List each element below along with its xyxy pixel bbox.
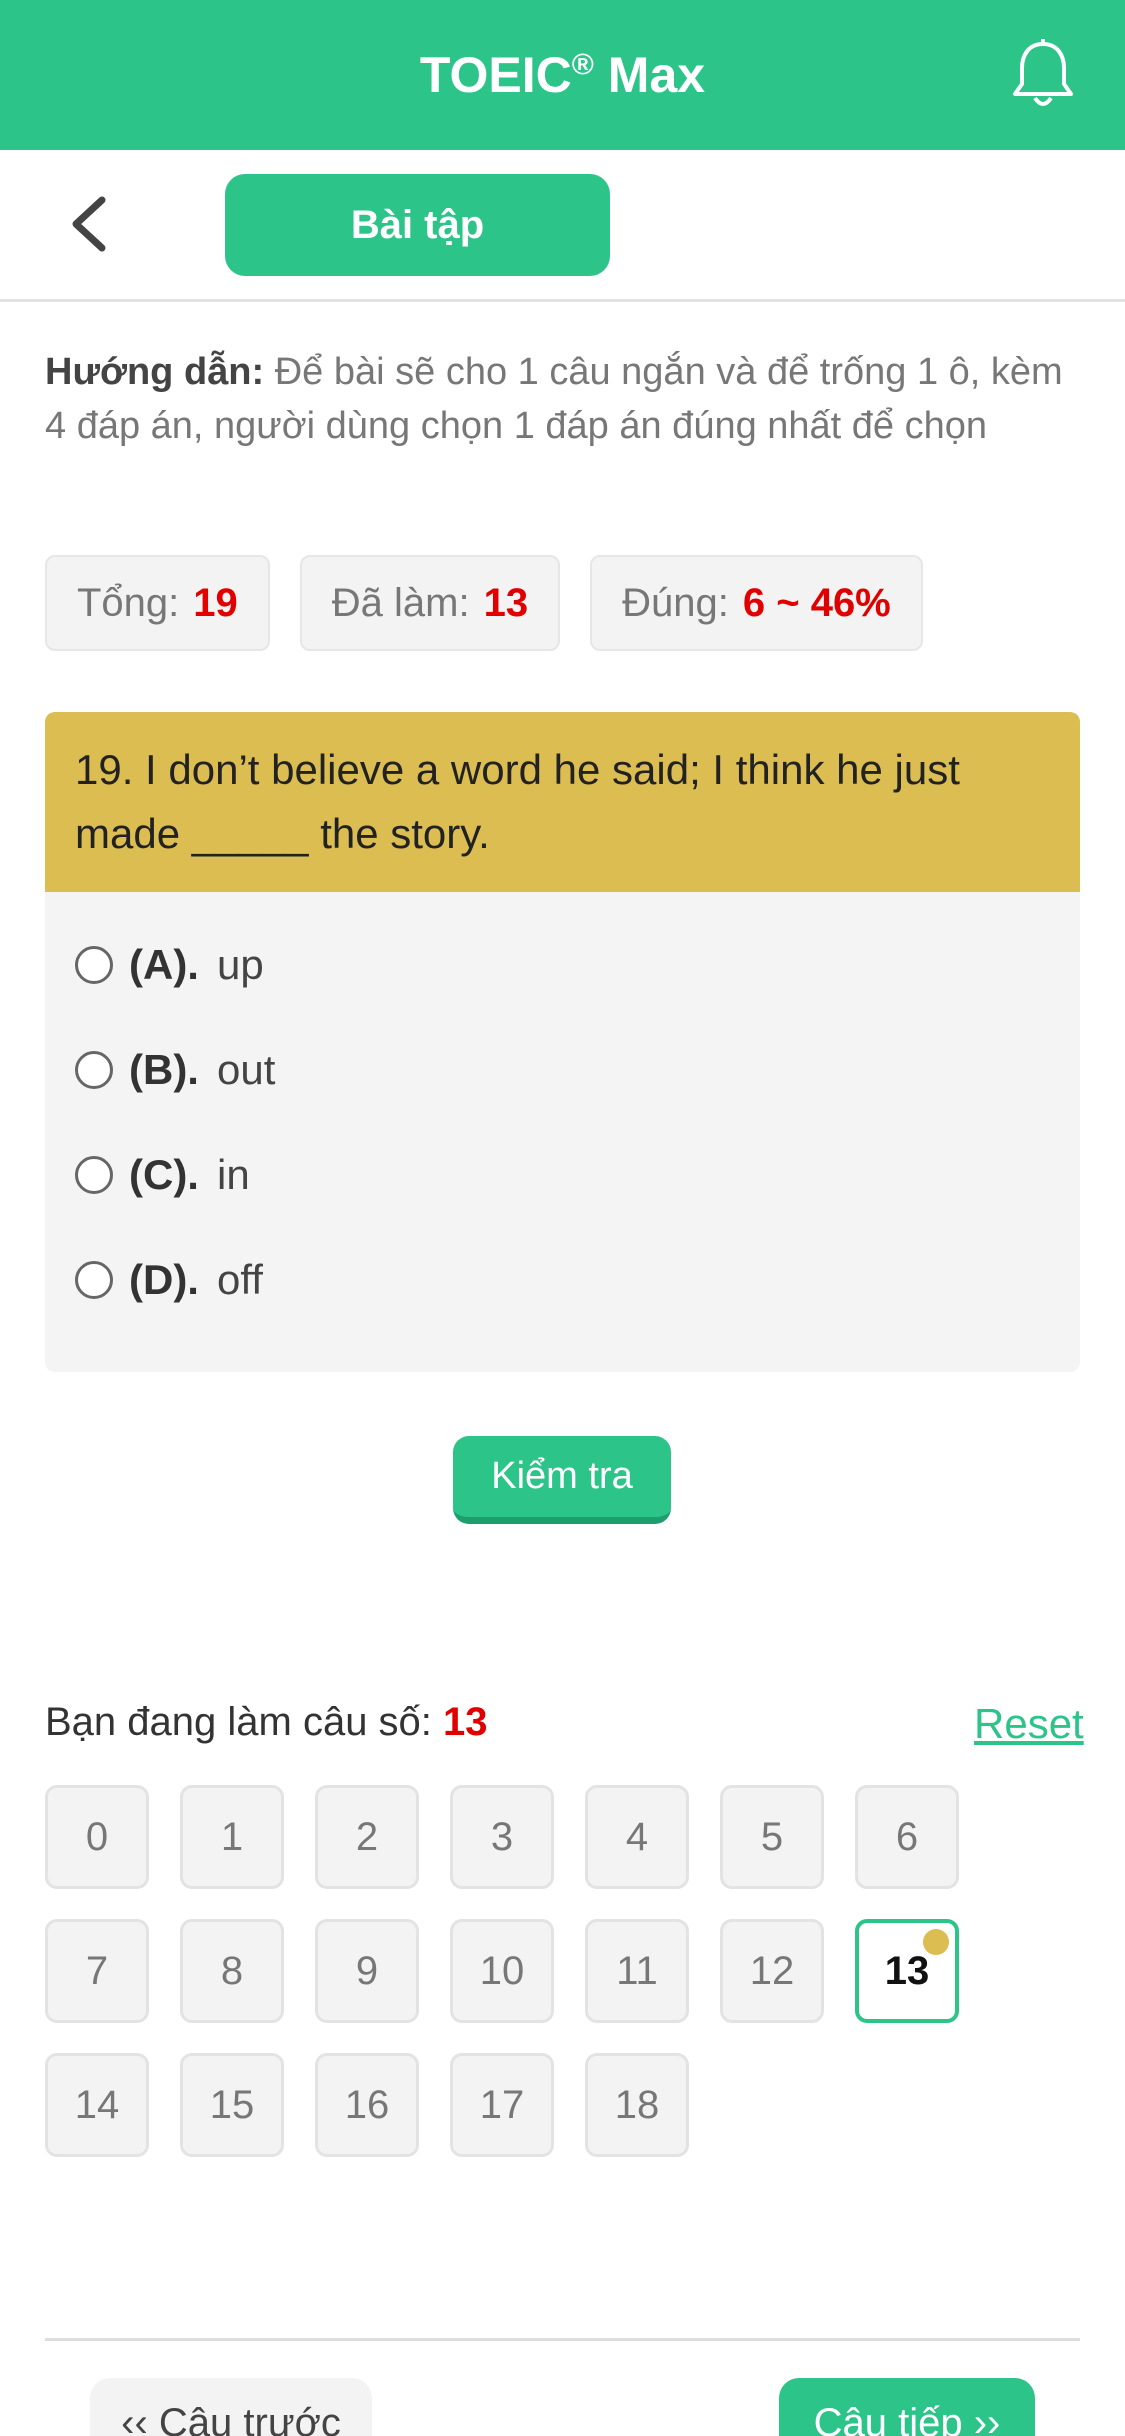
question-text: 19. I don’t believe a word he said; I th… — [45, 712, 1080, 892]
reset-link[interactable]: Reset — [974, 1700, 1084, 1748]
current-question-label: Bạn đang làm câu số: 13 — [45, 1700, 488, 1744]
question-number-6[interactable]: 6 — [855, 1785, 959, 1889]
question-number-17[interactable]: 17 — [450, 2053, 554, 2157]
next-question-button[interactable]: Câu tiếp ›› — [779, 2378, 1035, 2436]
radio-button[interactable] — [75, 945, 113, 984]
question-number-18[interactable]: 18 — [585, 2053, 689, 2157]
previous-question-button[interactable]: ‹‹ Câu trước — [90, 2378, 372, 2436]
question-number-13-current[interactable]: 13 — [855, 1919, 959, 2023]
question-grid: 0 1 2 3 4 5 6 7 8 9 10 11 12 13 14 15 16… — [45, 1785, 1045, 2157]
tab-exercise[interactable]: Bài tập — [225, 174, 610, 276]
question-number-16[interactable]: 16 — [315, 2053, 419, 2157]
option-d[interactable]: (D). off — [45, 1227, 1080, 1332]
answer-options: (A). up (B). out (C). in (D). off — [45, 892, 1080, 1332]
radio-button[interactable] — [75, 1155, 113, 1194]
question-number-10[interactable]: 10 — [450, 1919, 554, 2023]
question-number-15[interactable]: 15 — [180, 2053, 284, 2157]
option-b[interactable]: (B). out — [45, 1017, 1080, 1122]
footer-divider — [45, 2338, 1080, 2341]
stat-done: Đã làm: 13 — [299, 555, 561, 651]
question-number-1[interactable]: 1 — [180, 1785, 284, 1889]
question-number-8[interactable]: 8 — [180, 1919, 284, 2023]
question-number-2[interactable]: 2 — [315, 1785, 419, 1889]
check-button[interactable]: Kiểm tra — [453, 1436, 671, 1524]
instructions: Hướng dẫn: Để bài sẽ cho 1 câu ngắn và đ… — [45, 345, 1085, 453]
question-number-5[interactable]: 5 — [720, 1785, 824, 1889]
app-title: TOEIC® Max — [419, 47, 706, 103]
question-number-3[interactable]: 3 — [450, 1785, 554, 1889]
question-number-0[interactable]: 0 — [45, 1785, 149, 1889]
app-header: TOEIC® Max — [0, 0, 1125, 150]
radio-button[interactable] — [75, 1050, 113, 1089]
nav-bar: Bài tập — [0, 150, 1125, 302]
question-number-12[interactable]: 12 — [720, 1919, 824, 2023]
question-number-14[interactable]: 14 — [45, 2053, 149, 2157]
stats-row: Tổng: 19 Đã làm: 13 Đúng: 6 ~ 46% — [45, 555, 923, 651]
chevron-left-icon[interactable] — [64, 194, 114, 254]
question-number-7[interactable]: 7 — [45, 1919, 149, 2023]
question-number-11[interactable]: 11 — [585, 1919, 689, 2023]
option-c[interactable]: (C). in — [45, 1122, 1080, 1227]
stat-total: Tổng: 19 — [45, 555, 270, 651]
question-number-4[interactable]: 4 — [585, 1785, 689, 1889]
instructions-label: Hướng dẫn: — [45, 351, 265, 393]
bell-icon[interactable] — [1010, 38, 1076, 112]
stat-correct: Đúng: 6 ~ 46% — [590, 555, 923, 651]
option-a[interactable]: (A). up — [45, 912, 1080, 1017]
question-number-9[interactable]: 9 — [315, 1919, 419, 2023]
question-card: 19. I don’t believe a word he said; I th… — [45, 712, 1080, 1372]
radio-button[interactable] — [75, 1260, 113, 1299]
